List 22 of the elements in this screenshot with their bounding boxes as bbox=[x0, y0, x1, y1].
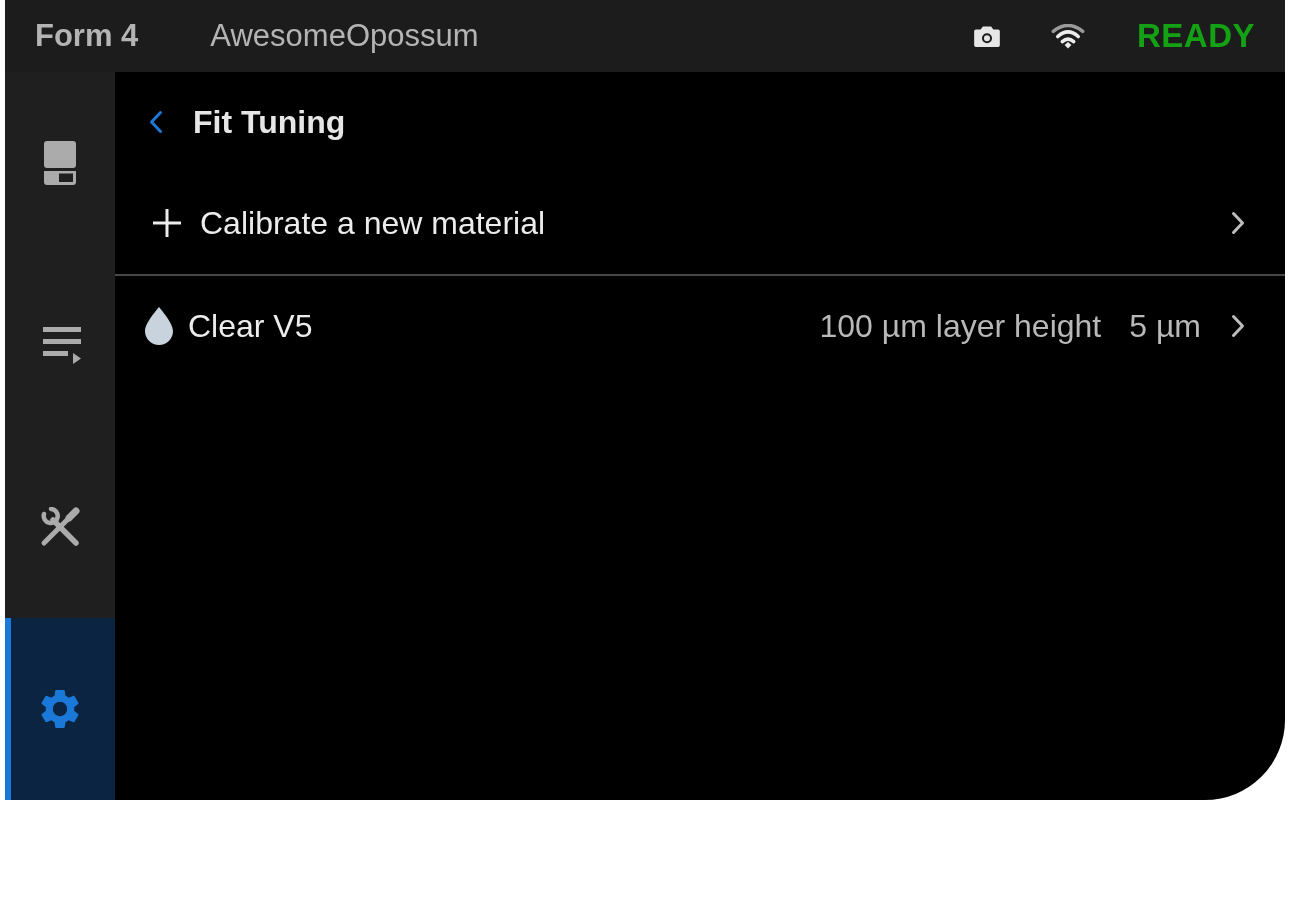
printer-icon bbox=[44, 141, 76, 185]
playlist-icon bbox=[42, 326, 81, 364]
printer-name: AwesomeOpossum bbox=[210, 18, 479, 54]
wifi-icon bbox=[1050, 23, 1085, 49]
calibrate-row[interactable]: Calibrate a new material bbox=[115, 172, 1285, 276]
material-name: Clear V5 bbox=[188, 307, 313, 345]
chevron-left-icon bbox=[149, 110, 163, 134]
layer-height: 100 µm layer height bbox=[819, 307, 1102, 345]
plus-icon bbox=[152, 208, 182, 238]
drop-icon bbox=[145, 307, 173, 345]
tools-icon bbox=[40, 507, 80, 547]
chevron-right-icon bbox=[1231, 314, 1245, 338]
chevron-right-icon bbox=[1231, 211, 1245, 235]
material-row[interactable]: Clear V5 100 µm layer height 5 µm bbox=[115, 276, 1285, 376]
camera-icon[interactable] bbox=[972, 25, 1001, 47]
printer-status: READY bbox=[1136, 17, 1255, 55]
calibrate-label: Calibrate a new material bbox=[200, 204, 546, 242]
settings-icon bbox=[41, 689, 79, 729]
printer-model: Form 4 bbox=[35, 18, 139, 54]
fit-offset: 5 µm bbox=[1129, 307, 1201, 345]
nav-tab[interactable] bbox=[5, 618, 115, 800]
page-title: Fit Tuning bbox=[193, 103, 346, 141]
